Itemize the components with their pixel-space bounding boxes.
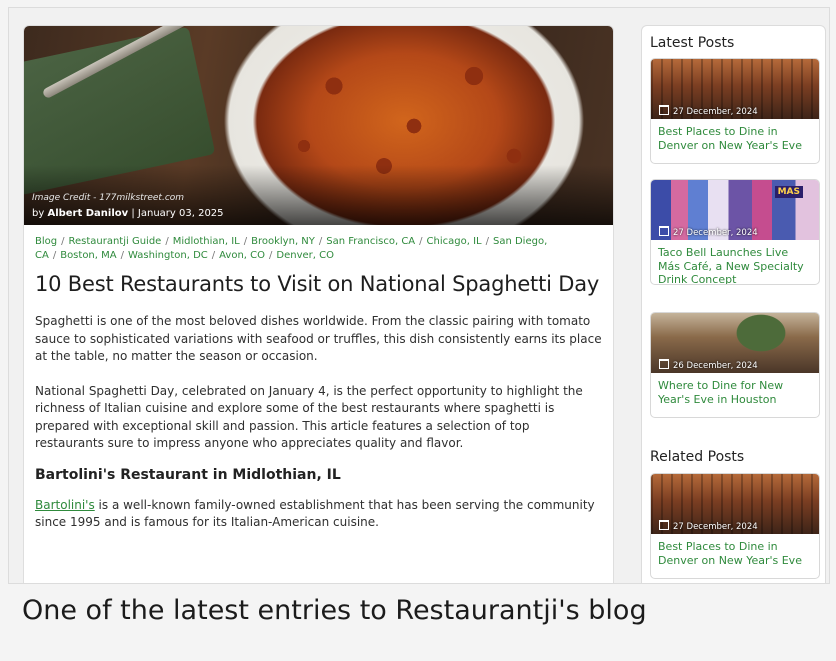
breadcrumb-link[interactable]: Denver, CO: [276, 250, 334, 261]
breadcrumb-separator: /: [243, 236, 248, 247]
breadcrumb-separator: /: [318, 236, 323, 247]
breadcrumb-separator: /: [211, 250, 216, 261]
breadcrumb-link[interactable]: Chicago, IL: [427, 236, 482, 247]
breadcrumb-link[interactable]: Washington, DC: [128, 250, 208, 261]
breadcrumb-separator: /: [269, 250, 273, 261]
breadcrumb-link[interactable]: Avon, CO: [219, 250, 265, 261]
byline-separator: |: [128, 208, 138, 219]
breadcrumb: Blog / Restaurantji Guide / Midlothian, IL / B…: [35, 235, 602, 263]
related-post-1[interactable]: 27 December, 2024 Best Places to Dine in…: [650, 473, 820, 579]
breadcrumb-link[interactable]: Restaurantji Guide: [68, 236, 161, 247]
article-title: 10 Best Restaurants to Visit on National…: [35, 272, 600, 296]
mas-cafe-badge: MAS: [774, 186, 803, 198]
breadcrumb-separator: /: [52, 250, 57, 261]
post-thumbnail: 26 December, 2024: [651, 313, 819, 373]
section-heading-bartolinis: Bartolini's Restaurant in Midlothian, IL: [35, 466, 341, 483]
sidebar: Latest Posts 27 December, 2024 Best Plac…: [641, 25, 826, 583]
latest-post-1[interactable]: 27 December, 2024 Best Places to Dine in…: [650, 58, 820, 164]
latest-post-3[interactable]: 26 December, 2024 Where to Dine for New …: [650, 312, 820, 418]
bartolinis-link[interactable]: Bartolini's: [35, 498, 95, 512]
post-date: 27 December, 2024: [659, 520, 758, 532]
breadcrumb-link[interactable]: Brooklyn, NY: [251, 236, 315, 247]
screenshot-caption: One of the latest entries to Restaurantj…: [22, 595, 647, 626]
breadcrumb-separator: /: [419, 236, 423, 247]
bartolinis-text: is a well-known family-owned establishme…: [35, 497, 595, 530]
byline-prefix: by: [32, 208, 48, 219]
post-title-link[interactable]: Best Places to Dine in Denver on New Yea…: [651, 119, 819, 152]
breadcrumb-link[interactable]: Boston, MA: [60, 250, 116, 261]
byline: by Albert Danilov | January 03, 2025: [32, 208, 224, 219]
breadcrumb-separator: /: [61, 236, 65, 247]
article-body: Blog / Restaurantji Guide / Midlothian, IL / B…: [24, 225, 613, 532]
post-title-link[interactable]: Taco Bell Launches Live Más Café, a New …: [651, 240, 819, 284]
breadcrumb-link[interactable]: San Francisco, CA: [326, 236, 415, 247]
breadcrumb-separator: /: [485, 236, 489, 247]
author-name[interactable]: Albert Danilov: [47, 208, 128, 219]
publish-date: January 03, 2025: [137, 208, 224, 219]
calendar-icon: [659, 520, 669, 530]
breadcrumb-link[interactable]: Midlothian, IL: [173, 236, 240, 247]
calendar-icon: [659, 359, 669, 369]
hero-image: Image Credit - 177milkstreet.com by Albe…: [24, 26, 613, 225]
post-date: 27 December, 2024: [659, 105, 758, 117]
breadcrumb-separator: /: [165, 236, 169, 247]
post-thumbnail: 27 December, 2024: [651, 59, 819, 119]
calendar-icon: [659, 105, 669, 115]
post-thumbnail: MAS 27 December, 2024: [651, 180, 819, 240]
breadcrumb-separator: /: [120, 250, 124, 261]
latest-posts-title: Latest Posts: [650, 35, 735, 51]
paragraph-intro: Spaghetti is one of the most beloved dis…: [35, 314, 602, 363]
paragraph-spaghetti-day: National Spaghetti Day, celebrated on Ja…: [35, 383, 583, 451]
post-date: 26 December, 2024: [659, 359, 758, 371]
post-title-link[interactable]: Where to Dine for New Year's Eve in Hous…: [651, 373, 819, 406]
image-credit: Image Credit - 177milkstreet.com: [32, 193, 185, 203]
calendar-icon: [659, 226, 669, 236]
latest-post-2[interactable]: MAS 27 December, 2024 Taco Bell Launches…: [650, 179, 820, 285]
related-posts-title: Related Posts: [650, 449, 745, 465]
breadcrumb-link[interactable]: Blog: [35, 236, 57, 247]
post-title-link[interactable]: Best Places to Dine in Denver on New Yea…: [651, 534, 819, 567]
post-thumbnail: 27 December, 2024: [651, 474, 819, 534]
post-date: 27 December, 2024: [659, 226, 758, 238]
article-card: Image Credit - 177milkstreet.com by Albe…: [23, 25, 614, 583]
page-frame: Image Credit - 177milkstreet.com by Albe…: [8, 7, 830, 584]
paragraph-bartolinis: Bartolini's is a well-known family-owned…: [35, 497, 602, 532]
